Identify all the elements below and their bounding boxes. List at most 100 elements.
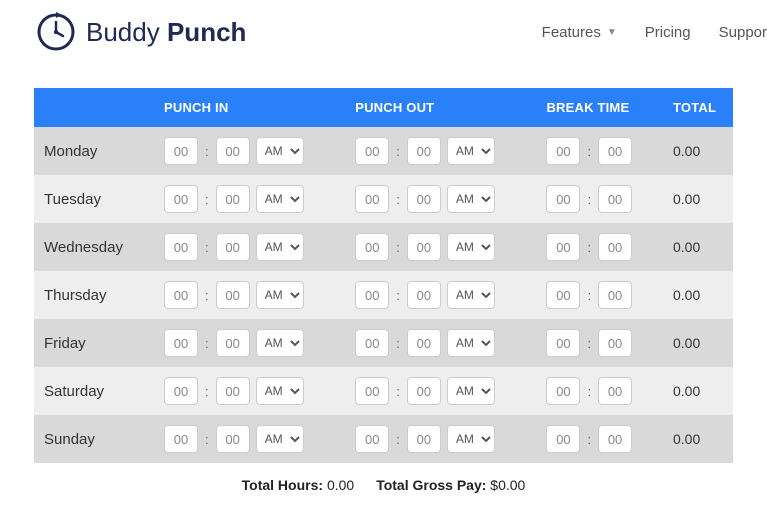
punch-out-hour[interactable]	[355, 137, 389, 165]
colon-icon: :	[586, 192, 592, 207]
punch-in-hour[interactable]	[164, 233, 198, 261]
colon-icon: :	[204, 432, 210, 447]
break-minute[interactable]	[598, 185, 632, 213]
punch-in-ampm[interactable]: AM	[256, 137, 304, 165]
timecard-table: PUNCH IN PUNCH OUT BREAK TIME TOTAL Mond…	[34, 88, 733, 463]
nav-support[interactable]: Suppor	[719, 24, 767, 41]
colon-icon: :	[586, 240, 592, 255]
col-break-time: BREAK TIME	[536, 88, 663, 127]
day-label: Tuesday	[34, 175, 154, 223]
punch-out-hour[interactable]	[355, 425, 389, 453]
row-total: 0.00	[663, 175, 733, 223]
punch-out-minute[interactable]	[407, 185, 441, 213]
break-hour[interactable]	[546, 377, 580, 405]
col-punch-out: PUNCH OUT	[345, 88, 536, 127]
punch-out-ampm[interactable]: AM	[447, 233, 495, 261]
break-hour[interactable]	[546, 329, 580, 357]
punch-out-ampm[interactable]: AM	[447, 137, 495, 165]
punch-in-minute[interactable]	[216, 377, 250, 405]
punch-out-minute[interactable]	[407, 137, 441, 165]
nav-pricing[interactable]: Pricing	[645, 24, 691, 41]
punch-out-hour[interactable]	[355, 233, 389, 261]
punch-out-hour[interactable]	[355, 377, 389, 405]
punch-in-hour[interactable]	[164, 329, 198, 357]
colon-icon: :	[204, 192, 210, 207]
brand-logo[interactable]: Buddy Punch	[34, 10, 246, 54]
punch-in-ampm[interactable]: AM	[256, 329, 304, 357]
break-minute[interactable]	[598, 377, 632, 405]
colon-icon: :	[204, 240, 210, 255]
nav-features[interactable]: Features ▼	[542, 24, 617, 41]
table-row: Wednesday : AM : AM : 0.00	[34, 223, 733, 271]
break-hour[interactable]	[546, 137, 580, 165]
day-label: Monday	[34, 127, 154, 175]
punch-in-ampm[interactable]: AM	[256, 281, 304, 309]
break-hour[interactable]	[546, 185, 580, 213]
top-bar: Buddy Punch Features ▼ Pricing Suppor	[0, 0, 767, 64]
punch-out-ampm[interactable]: AM	[447, 329, 495, 357]
break-hour[interactable]	[546, 233, 580, 261]
punch-out-ampm[interactable]: AM	[447, 281, 495, 309]
punch-out-minute[interactable]	[407, 425, 441, 453]
punch-in-hour[interactable]	[164, 185, 198, 213]
colon-icon: :	[204, 144, 210, 159]
punch-in-minute[interactable]	[216, 281, 250, 309]
punch-in-minute[interactable]	[216, 425, 250, 453]
colon-icon: :	[395, 432, 401, 447]
break-minute[interactable]	[598, 137, 632, 165]
colon-icon: :	[395, 288, 401, 303]
punch-out-hour[interactable]	[355, 185, 389, 213]
punch-in-hour[interactable]	[164, 425, 198, 453]
punch-in-minute[interactable]	[216, 137, 250, 165]
punch-in-ampm[interactable]: AM	[256, 185, 304, 213]
colon-icon: :	[204, 384, 210, 399]
row-total: 0.00	[663, 367, 733, 415]
punch-out-minute[interactable]	[407, 281, 441, 309]
row-total: 0.00	[663, 415, 733, 463]
table-row: Tuesday : AM : AM : 0.00	[34, 175, 733, 223]
punch-in-ampm[interactable]: AM	[256, 425, 304, 453]
punch-in-minute[interactable]	[216, 329, 250, 357]
punch-in-ampm[interactable]: AM	[256, 377, 304, 405]
chevron-down-icon: ▼	[607, 27, 617, 38]
break-minute[interactable]	[598, 329, 632, 357]
punch-in-minute[interactable]	[216, 233, 250, 261]
break-minute[interactable]	[598, 233, 632, 261]
totals-footer: Total Hours: 0.00 Total Gross Pay: $0.00	[34, 463, 733, 503]
punch-in-minute[interactable]	[216, 185, 250, 213]
break-hour[interactable]	[546, 281, 580, 309]
punch-out-hour[interactable]	[355, 329, 389, 357]
col-total: TOTAL	[663, 88, 733, 127]
table-row: Friday : AM : AM : 0.00	[34, 319, 733, 367]
punch-out-ampm[interactable]: AM	[447, 377, 495, 405]
table-row: Monday : AM : AM : 0.00	[34, 127, 733, 175]
punch-out-ampm[interactable]: AM	[447, 185, 495, 213]
break-minute[interactable]	[598, 281, 632, 309]
nav-support-label: Suppor	[719, 24, 767, 41]
brand-name: Buddy Punch	[86, 17, 246, 48]
colon-icon: :	[586, 336, 592, 351]
colon-icon: :	[395, 384, 401, 399]
punch-out-minute[interactable]	[407, 233, 441, 261]
punch-in-hour[interactable]	[164, 281, 198, 309]
colon-icon: :	[586, 384, 592, 399]
punch-in-ampm[interactable]: AM	[256, 233, 304, 261]
day-label: Wednesday	[34, 223, 154, 271]
punch-out-minute[interactable]	[407, 377, 441, 405]
punch-out-minute[interactable]	[407, 329, 441, 357]
col-punch-in: PUNCH IN	[154, 88, 345, 127]
colon-icon: :	[586, 288, 592, 303]
break-hour[interactable]	[546, 425, 580, 453]
punch-in-hour[interactable]	[164, 377, 198, 405]
total-hours: Total Hours: 0.00	[242, 477, 355, 493]
break-minute[interactable]	[598, 425, 632, 453]
punch-out-hour[interactable]	[355, 281, 389, 309]
colon-icon: :	[395, 240, 401, 255]
punch-in-hour[interactable]	[164, 137, 198, 165]
table-header-row: PUNCH IN PUNCH OUT BREAK TIME TOTAL	[34, 88, 733, 127]
punch-out-ampm[interactable]: AM	[447, 425, 495, 453]
colon-icon: :	[395, 144, 401, 159]
day-label: Friday	[34, 319, 154, 367]
row-total: 0.00	[663, 223, 733, 271]
timecard-table-wrap: PUNCH IN PUNCH OUT BREAK TIME TOTAL Mond…	[0, 88, 767, 503]
